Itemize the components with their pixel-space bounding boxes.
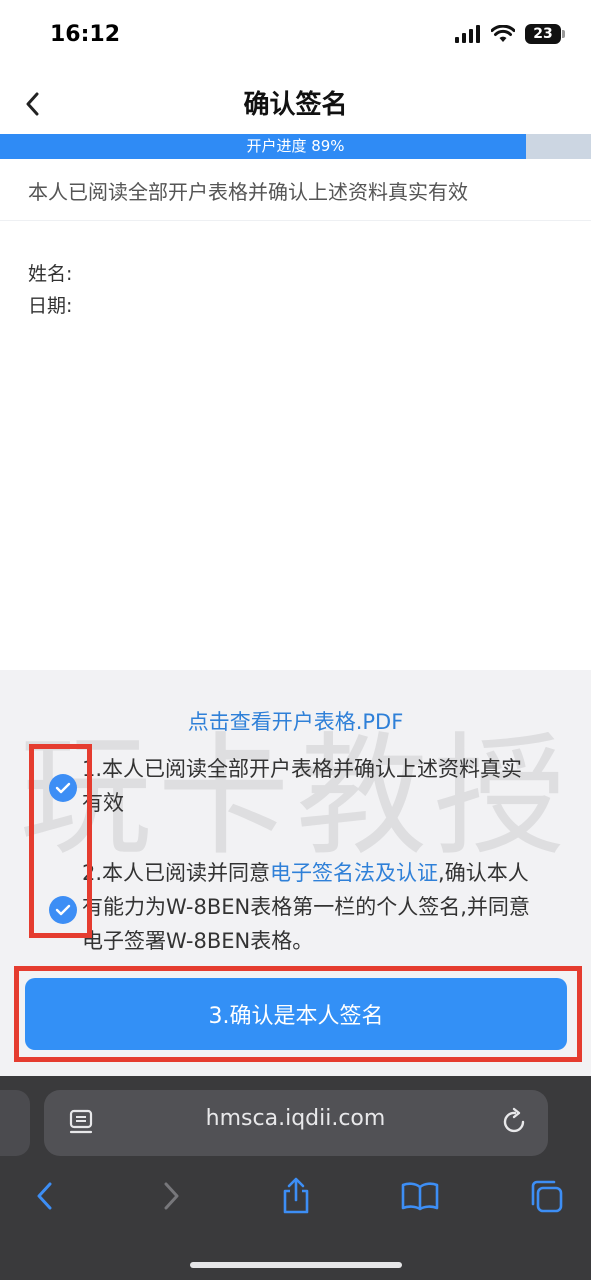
nav-header: 确认签名 — [0, 76, 591, 132]
agreement-1-text: 1.本人已阅读全部开户表格并确认上述资料真实有效 — [82, 757, 523, 815]
progress-bar: 开户进度 89% — [0, 134, 591, 159]
agreement-2-text: 2.本人已阅读并同意电子签名法及认证,确认本人有能力为W-8BEN表格第一栏的个… — [82, 856, 542, 958]
wifi-icon — [491, 25, 515, 42]
confirm-statement: 本人已阅读全部开户表格并确认上述资料真实有效 — [28, 180, 468, 204]
browser-forward-icon[interactable] — [152, 1176, 192, 1216]
view-pdf-link[interactable]: 点击查看开户表格.PDF — [0, 706, 591, 736]
status-time: 16:12 — [50, 22, 121, 47]
agreement-2-prefix: 2.本人已阅读并同意 — [82, 861, 271, 885]
signer-info: 姓名: 日期: — [28, 258, 72, 322]
highlight-box-button — [14, 966, 582, 1062]
battery-level: 23 — [533, 26, 553, 42]
divider — [0, 220, 591, 221]
bookmarks-icon[interactable] — [400, 1176, 440, 1216]
browser-back-icon[interactable] — [24, 1176, 64, 1216]
status-bar: 16:12 23 — [0, 0, 591, 76]
battery-icon: 23 — [525, 24, 565, 44]
e-signature-law-link[interactable]: 电子签名法及认证 — [270, 861, 438, 885]
progress-label: 开户进度 89% — [246, 137, 345, 155]
page: 16:12 23 确认签名 开户进度 89% 本人已阅读全部开户表格并确认上述资… — [0, 0, 591, 1280]
date-label: 日期: — [28, 295, 73, 317]
highlight-box-checkboxes — [29, 744, 92, 938]
signal-icon — [455, 25, 480, 43]
reload-icon[interactable] — [501, 1106, 529, 1140]
name-label: 姓名: — [28, 263, 73, 285]
page-title: 确认签名 — [243, 90, 348, 120]
tabs-icon[interactable] — [526, 1176, 566, 1216]
status-icons: 23 — [455, 24, 565, 44]
share-icon[interactable] — [276, 1176, 316, 1216]
home-indicator — [190, 1262, 402, 1268]
